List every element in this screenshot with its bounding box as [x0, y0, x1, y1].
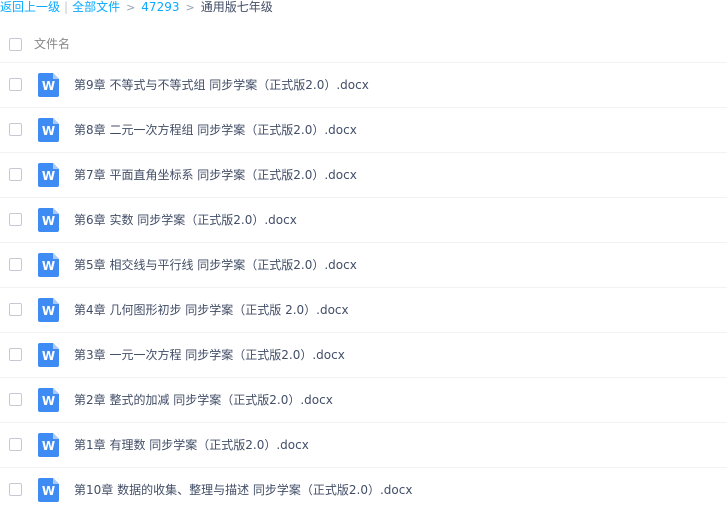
breadcrumb-arrow-icon: > — [185, 1, 195, 14]
word-doc-icon: W — [38, 118, 59, 142]
word-doc-icon: W — [38, 343, 59, 367]
word-doc-icon: W — [38, 478, 59, 502]
word-letter: W — [41, 169, 56, 183]
file-list-header: 文件名 — [0, 27, 727, 61]
select-all-checkbox[interactable] — [9, 38, 22, 51]
file-row[interactable]: W 第6章 实数 同步学案（正式版2.0）.docx — [0, 197, 727, 242]
folder-link[interactable]: 47293 — [141, 0, 179, 14]
file-row[interactable]: W 第9章 不等式与不等式组 同步学案（正式版2.0）.docx — [0, 62, 727, 107]
file-row[interactable]: W 第3章 一元一次方程 同步学案（正式版2.0）.docx — [0, 332, 727, 377]
file-name[interactable]: 第2章 整式的加减 同步学案（正式版2.0）.docx — [74, 391, 333, 409]
word-doc-icon: W — [38, 163, 59, 187]
file-checkbox[interactable] — [9, 123, 22, 136]
file-checkbox[interactable] — [9, 78, 22, 91]
breadcrumb-divider: | — [64, 0, 69, 14]
file-name[interactable]: 第6章 实数 同步学案（正式版2.0）.docx — [74, 211, 297, 229]
word-letter: W — [41, 304, 56, 318]
file-checkbox[interactable] — [9, 393, 22, 406]
file-checkbox[interactable] — [9, 303, 22, 316]
file-checkbox[interactable] — [9, 258, 22, 271]
file-checkbox[interactable] — [9, 438, 22, 451]
word-doc-icon: W — [38, 253, 59, 277]
file-name[interactable]: 第1章 有理数 同步学案（正式版2.0）.docx — [74, 436, 309, 454]
word-doc-icon: W — [38, 73, 59, 97]
file-name[interactable]: 第3章 一元一次方程 同步学案（正式版2.0）.docx — [74, 346, 345, 364]
file-row[interactable]: W 第7章 平面直角坐标系 同步学案（正式版2.0）.docx — [0, 152, 727, 197]
word-letter: W — [41, 214, 56, 228]
file-row[interactable]: W 第8章 二元一次方程组 同步学案（正式版2.0）.docx — [0, 107, 727, 152]
word-doc-icon: W — [38, 208, 59, 232]
current-folder: 通用版七年级 — [200, 0, 273, 14]
file-row[interactable]: W 第2章 整式的加减 同步学案（正式版2.0）.docx — [0, 377, 727, 422]
word-letter: W — [41, 124, 56, 138]
file-name[interactable]: 第7章 平面直角坐标系 同步学案（正式版2.0）.docx — [74, 166, 357, 184]
all-files-link[interactable]: 全部文件 — [72, 0, 120, 14]
word-letter: W — [41, 349, 56, 363]
word-letter: W — [41, 394, 56, 408]
breadcrumb: 返回上一级 | 全部文件 >47293 > 通用版七年级 — [0, 0, 273, 17]
word-doc-icon: W — [38, 433, 59, 457]
file-checkbox[interactable] — [9, 213, 22, 226]
file-row[interactable]: W 第10章 数据的收集、整理与描述 同步学案（正式版2.0）.docx — [0, 467, 727, 512]
breadcrumb-arrow-icon: > — [126, 1, 136, 14]
file-row[interactable]: W 第4章 几何图形初步 同步学案（正式版 2.0）.docx — [0, 287, 727, 332]
file-row[interactable]: W 第5章 相交线与平行线 同步学案（正式版2.0）.docx — [0, 242, 727, 287]
word-doc-icon: W — [38, 298, 59, 322]
file-list: W 第9章 不等式与不等式组 同步学案（正式版2.0）.docx W 第8章 二… — [0, 62, 727, 512]
file-name[interactable]: 第10章 数据的收集、整理与描述 同步学案（正式版2.0）.docx — [74, 481, 412, 499]
word-letter: W — [41, 79, 56, 93]
word-letter: W — [41, 484, 56, 498]
file-name[interactable]: 第8章 二元一次方程组 同步学案（正式版2.0）.docx — [74, 121, 357, 139]
word-letter: W — [41, 439, 56, 453]
file-checkbox[interactable] — [9, 348, 22, 361]
word-doc-icon: W — [38, 388, 59, 412]
file-checkbox[interactable] — [9, 483, 22, 496]
file-checkbox[interactable] — [9, 168, 22, 181]
filename-column-header[interactable]: 文件名 — [34, 35, 70, 53]
back-link[interactable]: 返回上一级 — [0, 0, 60, 14]
file-name[interactable]: 第4章 几何图形初步 同步学案（正式版 2.0）.docx — [74, 301, 349, 319]
file-name[interactable]: 第5章 相交线与平行线 同步学案（正式版2.0）.docx — [74, 256, 357, 274]
file-name[interactable]: 第9章 不等式与不等式组 同步学案（正式版2.0）.docx — [74, 76, 369, 94]
file-row[interactable]: W 第1章 有理数 同步学案（正式版2.0）.docx — [0, 422, 727, 467]
word-letter: W — [41, 259, 56, 273]
